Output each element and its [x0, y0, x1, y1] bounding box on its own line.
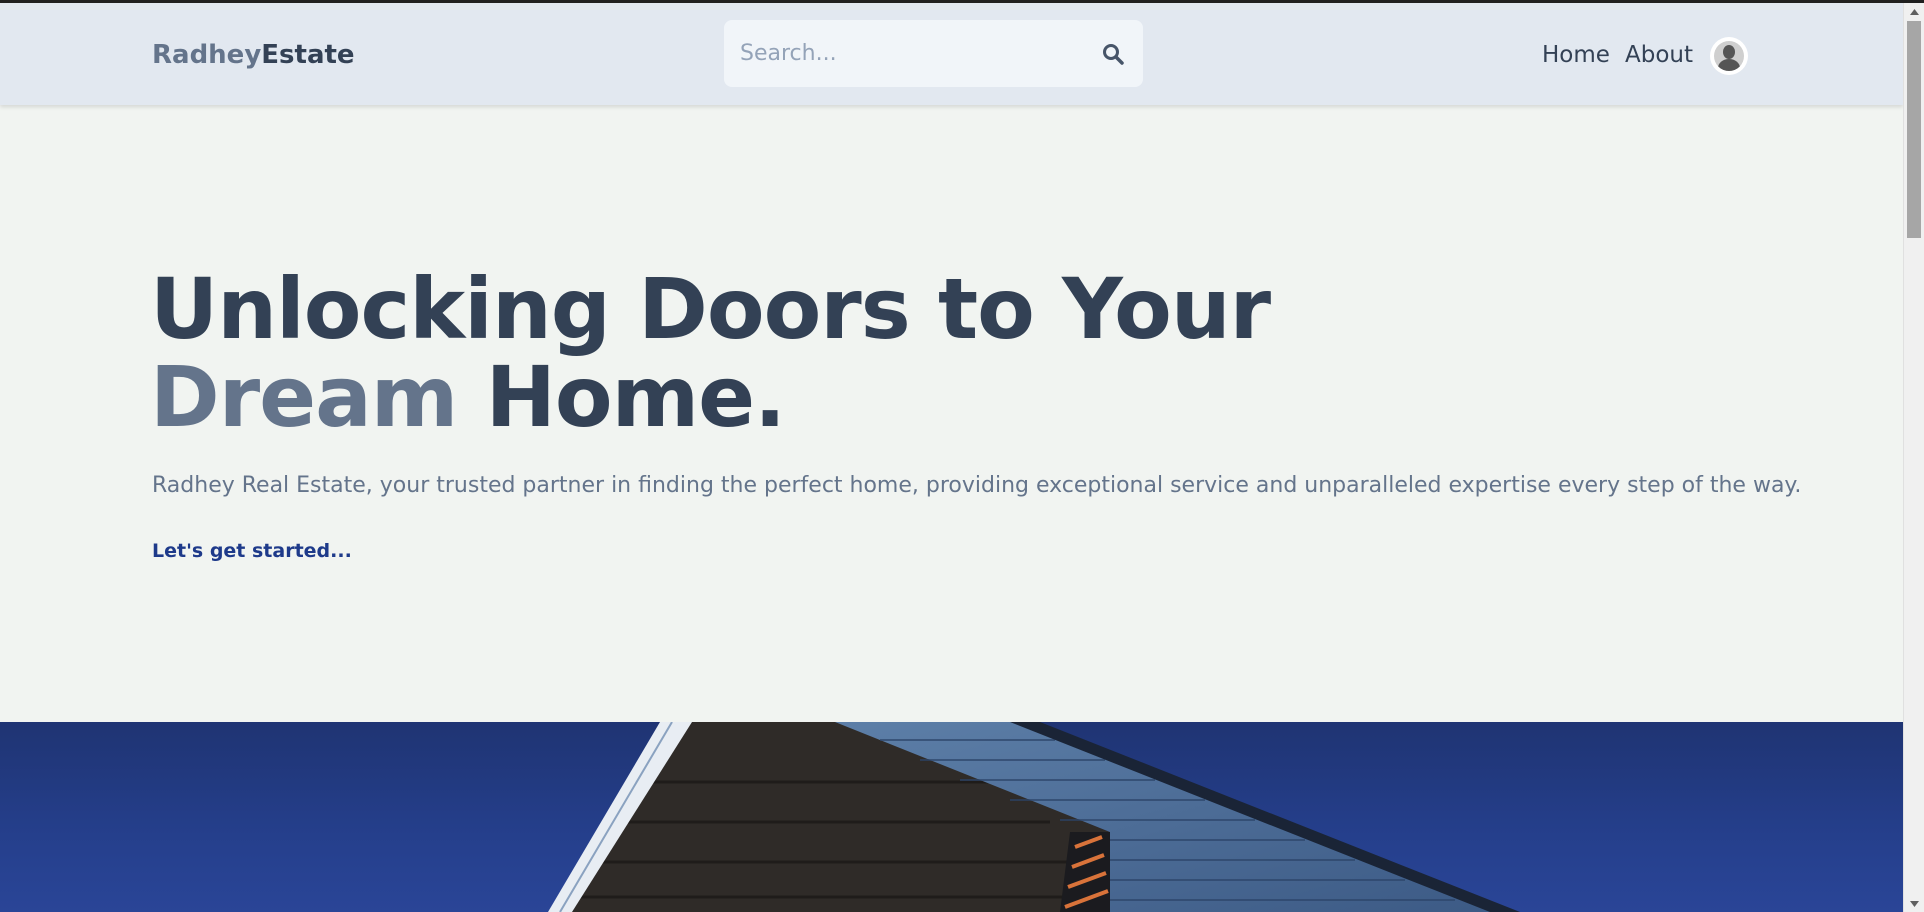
- avatar-head-shape: [1723, 45, 1735, 59]
- vertical-scrollbar[interactable]: [1903, 3, 1924, 912]
- logo-text-radhey: Radhey: [152, 40, 262, 70]
- hero-title-line1: Unlocking Doors to Your: [150, 260, 1271, 358]
- avatar-body-shape: [1718, 59, 1740, 71]
- site-logo[interactable]: RadheyEstate: [152, 39, 355, 71]
- search-form: [724, 20, 1143, 87]
- site-header: RadheyEstate Home About: [0, 3, 1903, 105]
- user-avatar-icon: [1714, 41, 1744, 71]
- hero-title-accent: Dream: [150, 348, 458, 446]
- hero-description: Radhey Real Estate, your trusted partner…: [152, 473, 1802, 498]
- logo-text-estate: Estate: [261, 40, 355, 70]
- scroll-up-arrow-icon[interactable]: [1904, 3, 1924, 20]
- nav-link-home[interactable]: Home: [1542, 39, 1610, 71]
- scroll-down-arrow-icon[interactable]: [1904, 895, 1924, 912]
- building-illustration: [548, 722, 1520, 912]
- hero-title: Unlocking Doors to Your Dream Home.: [150, 265, 1450, 441]
- get-started-link[interactable]: Let's get started...: [152, 537, 352, 565]
- page-viewport: RadheyEstate Home About Unlocking Doors …: [0, 3, 1903, 912]
- scrollbar-thumb[interactable]: [1907, 21, 1921, 238]
- nav-link-about[interactable]: About: [1625, 39, 1693, 71]
- search-input[interactable]: [740, 20, 1080, 87]
- search-icon: [1103, 44, 1124, 65]
- user-avatar[interactable]: [1710, 37, 1748, 75]
- hero-title-rest: Home.: [457, 348, 786, 446]
- search-button[interactable]: [1097, 38, 1129, 70]
- hero-building-image: [0, 722, 1903, 912]
